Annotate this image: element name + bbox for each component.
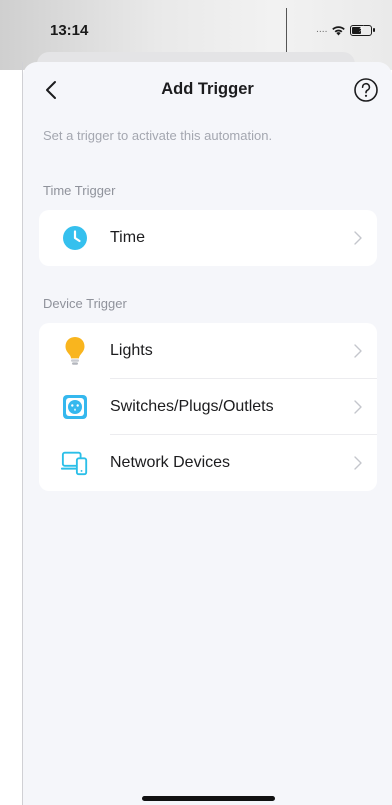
chevron-right-icon (354, 231, 362, 245)
help-button[interactable] (353, 77, 379, 103)
home-indicator[interactable] (142, 796, 275, 801)
smart-plug-icon (61, 393, 89, 421)
trigger-row-time[interactable]: Time (39, 210, 377, 266)
trigger-label-switches-plugs-outlets: Switches/Plugs/Outlets (110, 398, 274, 415)
time-trigger-group: Time (39, 210, 377, 266)
trigger-label-time: Time (110, 229, 145, 246)
wifi-icon (332, 25, 346, 35)
clock-icon (61, 224, 89, 252)
page-title: Add Trigger (161, 80, 254, 98)
chevron-right-icon (354, 400, 362, 414)
section-label-time-trigger: Time Trigger (43, 183, 116, 198)
trigger-row-switches-plugs-outlets[interactable]: Switches/Plugs/Outlets (39, 379, 377, 435)
battery-charging-icon: ⚡ (350, 24, 376, 36)
signal-dots: .... (316, 25, 328, 35)
chevron-right-icon (354, 344, 362, 358)
trigger-row-network-devices[interactable]: Network Devices (39, 435, 377, 491)
status-divider (286, 8, 287, 52)
question-circle-icon (354, 78, 378, 102)
add-trigger-sheet: Add Trigger Set a trigger to activate th… (23, 62, 392, 805)
section-label-device-trigger: Device Trigger (43, 296, 127, 311)
device-trigger-group: Lights Switches/Plugs/Outlets Network De… (39, 323, 377, 491)
status-time: 13:14 (50, 22, 89, 39)
subtitle: Set a trigger to activate this automatio… (43, 128, 273, 143)
trigger-row-lights[interactable]: Lights (39, 323, 377, 379)
lightbulb-icon (61, 337, 89, 365)
chevron-right-icon (354, 456, 362, 470)
trigger-label-lights: Lights (110, 342, 153, 359)
network-devices-icon (61, 449, 89, 477)
status-icons: .... ⚡ (316, 21, 376, 39)
trigger-label-network-devices: Network Devices (110, 454, 231, 471)
